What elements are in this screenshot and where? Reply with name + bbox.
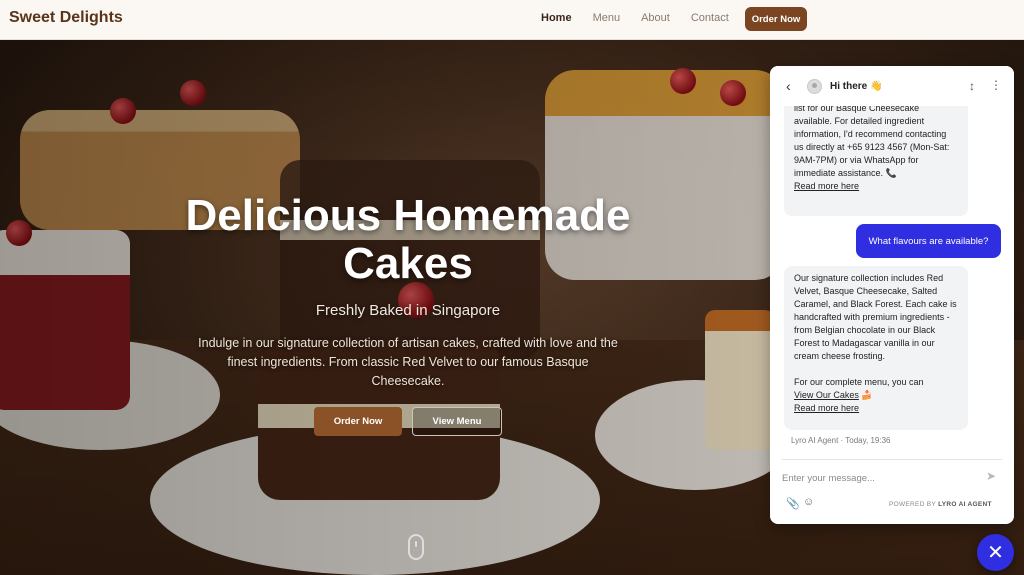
chat-message-user: What flavours are available? bbox=[856, 224, 1001, 258]
hero-title: Delicious Homemade Cakes bbox=[185, 191, 631, 288]
nav-links: Home Menu About Contact bbox=[541, 12, 750, 24]
hero-view-menu-button[interactable]: View Menu bbox=[412, 407, 502, 436]
chat-message-text: For our complete menu, you can bbox=[794, 377, 924, 387]
brand-logo[interactable]: Sweet Delights bbox=[9, 9, 123, 27]
send-icon[interactable]: ➤ bbox=[986, 469, 996, 483]
hero-subtitle: Freshly Baked in Singapore bbox=[315, 302, 501, 319]
emoji-icon[interactable]: ☺ bbox=[803, 496, 814, 508]
read-more-link[interactable]: Read more here bbox=[794, 403, 859, 413]
nav-link-about[interactable]: About bbox=[641, 12, 670, 24]
chat-message-agent: Our signature collection includes Red Ve… bbox=[784, 266, 968, 430]
nav-link-menu[interactable]: Menu bbox=[593, 12, 621, 24]
hero-order-button[interactable]: Order Now bbox=[314, 407, 402, 436]
nav-order-button[interactable]: Order Now bbox=[745, 7, 807, 31]
chat-header: ‹ Hi there 👋 ↕ ⋮ bbox=[770, 66, 1014, 106]
chat-widget: list for our Basque Cheesecake available… bbox=[770, 66, 1014, 524]
nav-link-contact[interactable]: Contact bbox=[691, 12, 729, 24]
close-chat-button[interactable]: ✕ bbox=[977, 534, 1014, 571]
hero-description: Indulge in our signature collection of a… bbox=[198, 336, 618, 388]
chat-message-agent: list for our Basque Cheesecake available… bbox=[784, 96, 968, 216]
top-nav: Sweet Delights Home Menu About Contact O… bbox=[0, 0, 1024, 40]
expand-icon[interactable]: ↕ bbox=[969, 79, 975, 93]
chat-meta-timestamp: Lyro AI Agent · Today, 19:36 bbox=[791, 436, 891, 445]
view-our-cakes-link[interactable]: View Our Cakes bbox=[794, 390, 859, 400]
scroll-mouse-icon[interactable] bbox=[408, 534, 424, 560]
back-arrow-icon[interactable]: ‹ bbox=[786, 78, 791, 94]
chat-message-text: Our signature collection includes Red Ve… bbox=[794, 273, 957, 361]
cake-emoji-icon: 🍰 bbox=[861, 390, 873, 400]
more-options-icon[interactable]: ⋮ bbox=[990, 78, 1002, 92]
agent-avatar bbox=[807, 79, 822, 94]
chat-message-input[interactable] bbox=[782, 469, 1002, 487]
powered-by-label: POWERED BY LYRO AI AGENT bbox=[889, 501, 992, 508]
chat-message-text: list for our Basque Cheesecake available… bbox=[794, 103, 950, 178]
input-divider bbox=[782, 459, 1002, 460]
chat-message-text: What flavours are available? bbox=[868, 235, 989, 247]
chat-title: Hi there 👋 bbox=[830, 81, 883, 92]
read-more-link[interactable]: Read more here bbox=[794, 181, 859, 191]
paperclip-icon[interactable]: 📎 bbox=[786, 497, 800, 510]
nav-link-home[interactable]: Home bbox=[541, 12, 572, 24]
close-icon: ✕ bbox=[987, 542, 1004, 564]
